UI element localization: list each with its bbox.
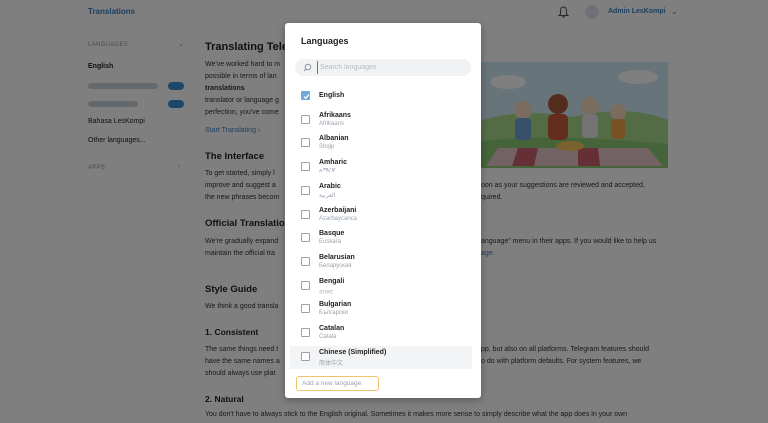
list-item[interactable]: Arabic العربية <box>290 180 472 203</box>
list-item[interactable]: Afrikaans Afrikaans <box>290 109 472 132</box>
language-native-name: Беларуская <box>319 262 352 269</box>
language-native-name: Euskara <box>319 239 342 246</box>
language-name: Amharic <box>319 159 348 167</box>
search-input[interactable] <box>317 61 465 74</box>
language-name: Belarusian <box>319 253 355 261</box>
languages-dialog: Languages EnglishAfrikaansAfrikaansAlban… <box>285 23 481 398</box>
list-item[interactable]: English <box>290 85 472 108</box>
language-name: Catalan <box>319 325 345 332</box>
search-icon <box>303 63 312 72</box>
list-item[interactable]: Belarusian Беларуская <box>290 251 472 274</box>
list-item[interactable]: Basque Euskara <box>290 227 472 250</box>
list-item[interactable]: Albanian Shqip <box>290 132 472 155</box>
search-box <box>295 59 471 76</box>
language-name: Albanian <box>319 135 349 143</box>
checkbox[interactable] <box>301 256 310 266</box>
checkbox[interactable] <box>301 162 310 172</box>
add-language-button[interactable]: Add a new language <box>296 376 379 391</box>
language-name: Basque <box>319 230 345 238</box>
checkbox[interactable] <box>301 209 310 219</box>
checkbox[interactable] <box>301 304 310 314</box>
checkbox-checked[interactable] <box>301 91 310 100</box>
language-name: Bulgarian <box>319 301 352 309</box>
language-native-name: Azərbaycanca <box>319 215 358 222</box>
language-name: English <box>319 92 345 99</box>
checkbox[interactable] <box>301 280 310 290</box>
language-name: Afrikaans <box>319 111 351 119</box>
language-name: Azerbaijani <box>319 206 357 214</box>
language-list[interactable]: English Afrikaans Afrikaans Albanian Shqip Am… <box>285 85 481 372</box>
list-item[interactable]: Bulgarian Български <box>290 298 472 321</box>
dialog-title: Languages <box>301 36 349 46</box>
checkbox[interactable] <box>301 233 310 243</box>
language-native-name: Català <box>319 334 337 340</box>
list-item[interactable]: Catalan Català <box>290 322 472 345</box>
checkbox[interactable] <box>301 351 310 361</box>
language-name: Bengali <box>319 277 345 285</box>
language-name: Arabic <box>319 182 341 190</box>
language-native-name: বাংলা <box>319 289 333 296</box>
list-item[interactable]: Bengali বাংলা <box>290 275 472 298</box>
language-native-name: 简体中文 <box>319 360 344 367</box>
language-name: Chinese (Simplified) <box>319 348 387 356</box>
checkbox[interactable] <box>301 328 310 337</box>
list-item[interactable]: Amharic አማርኛ <box>290 156 472 179</box>
language-native-name: አማርኛ <box>319 168 336 175</box>
language-native-name: Afrikaans <box>319 120 345 127</box>
list-item[interactable]: Azerbaijani Azərbaycanca <box>290 204 472 227</box>
list-item[interactable]: Chinese (Simplified) 简体中文 <box>290 345 472 369</box>
checkbox[interactable] <box>301 138 310 148</box>
checkbox[interactable] <box>301 114 310 124</box>
checkbox[interactable] <box>301 185 310 195</box>
language-native-name: Shqip <box>319 144 335 151</box>
language-native-name: Български <box>319 310 348 317</box>
language-native-name: العربية <box>319 192 336 199</box>
